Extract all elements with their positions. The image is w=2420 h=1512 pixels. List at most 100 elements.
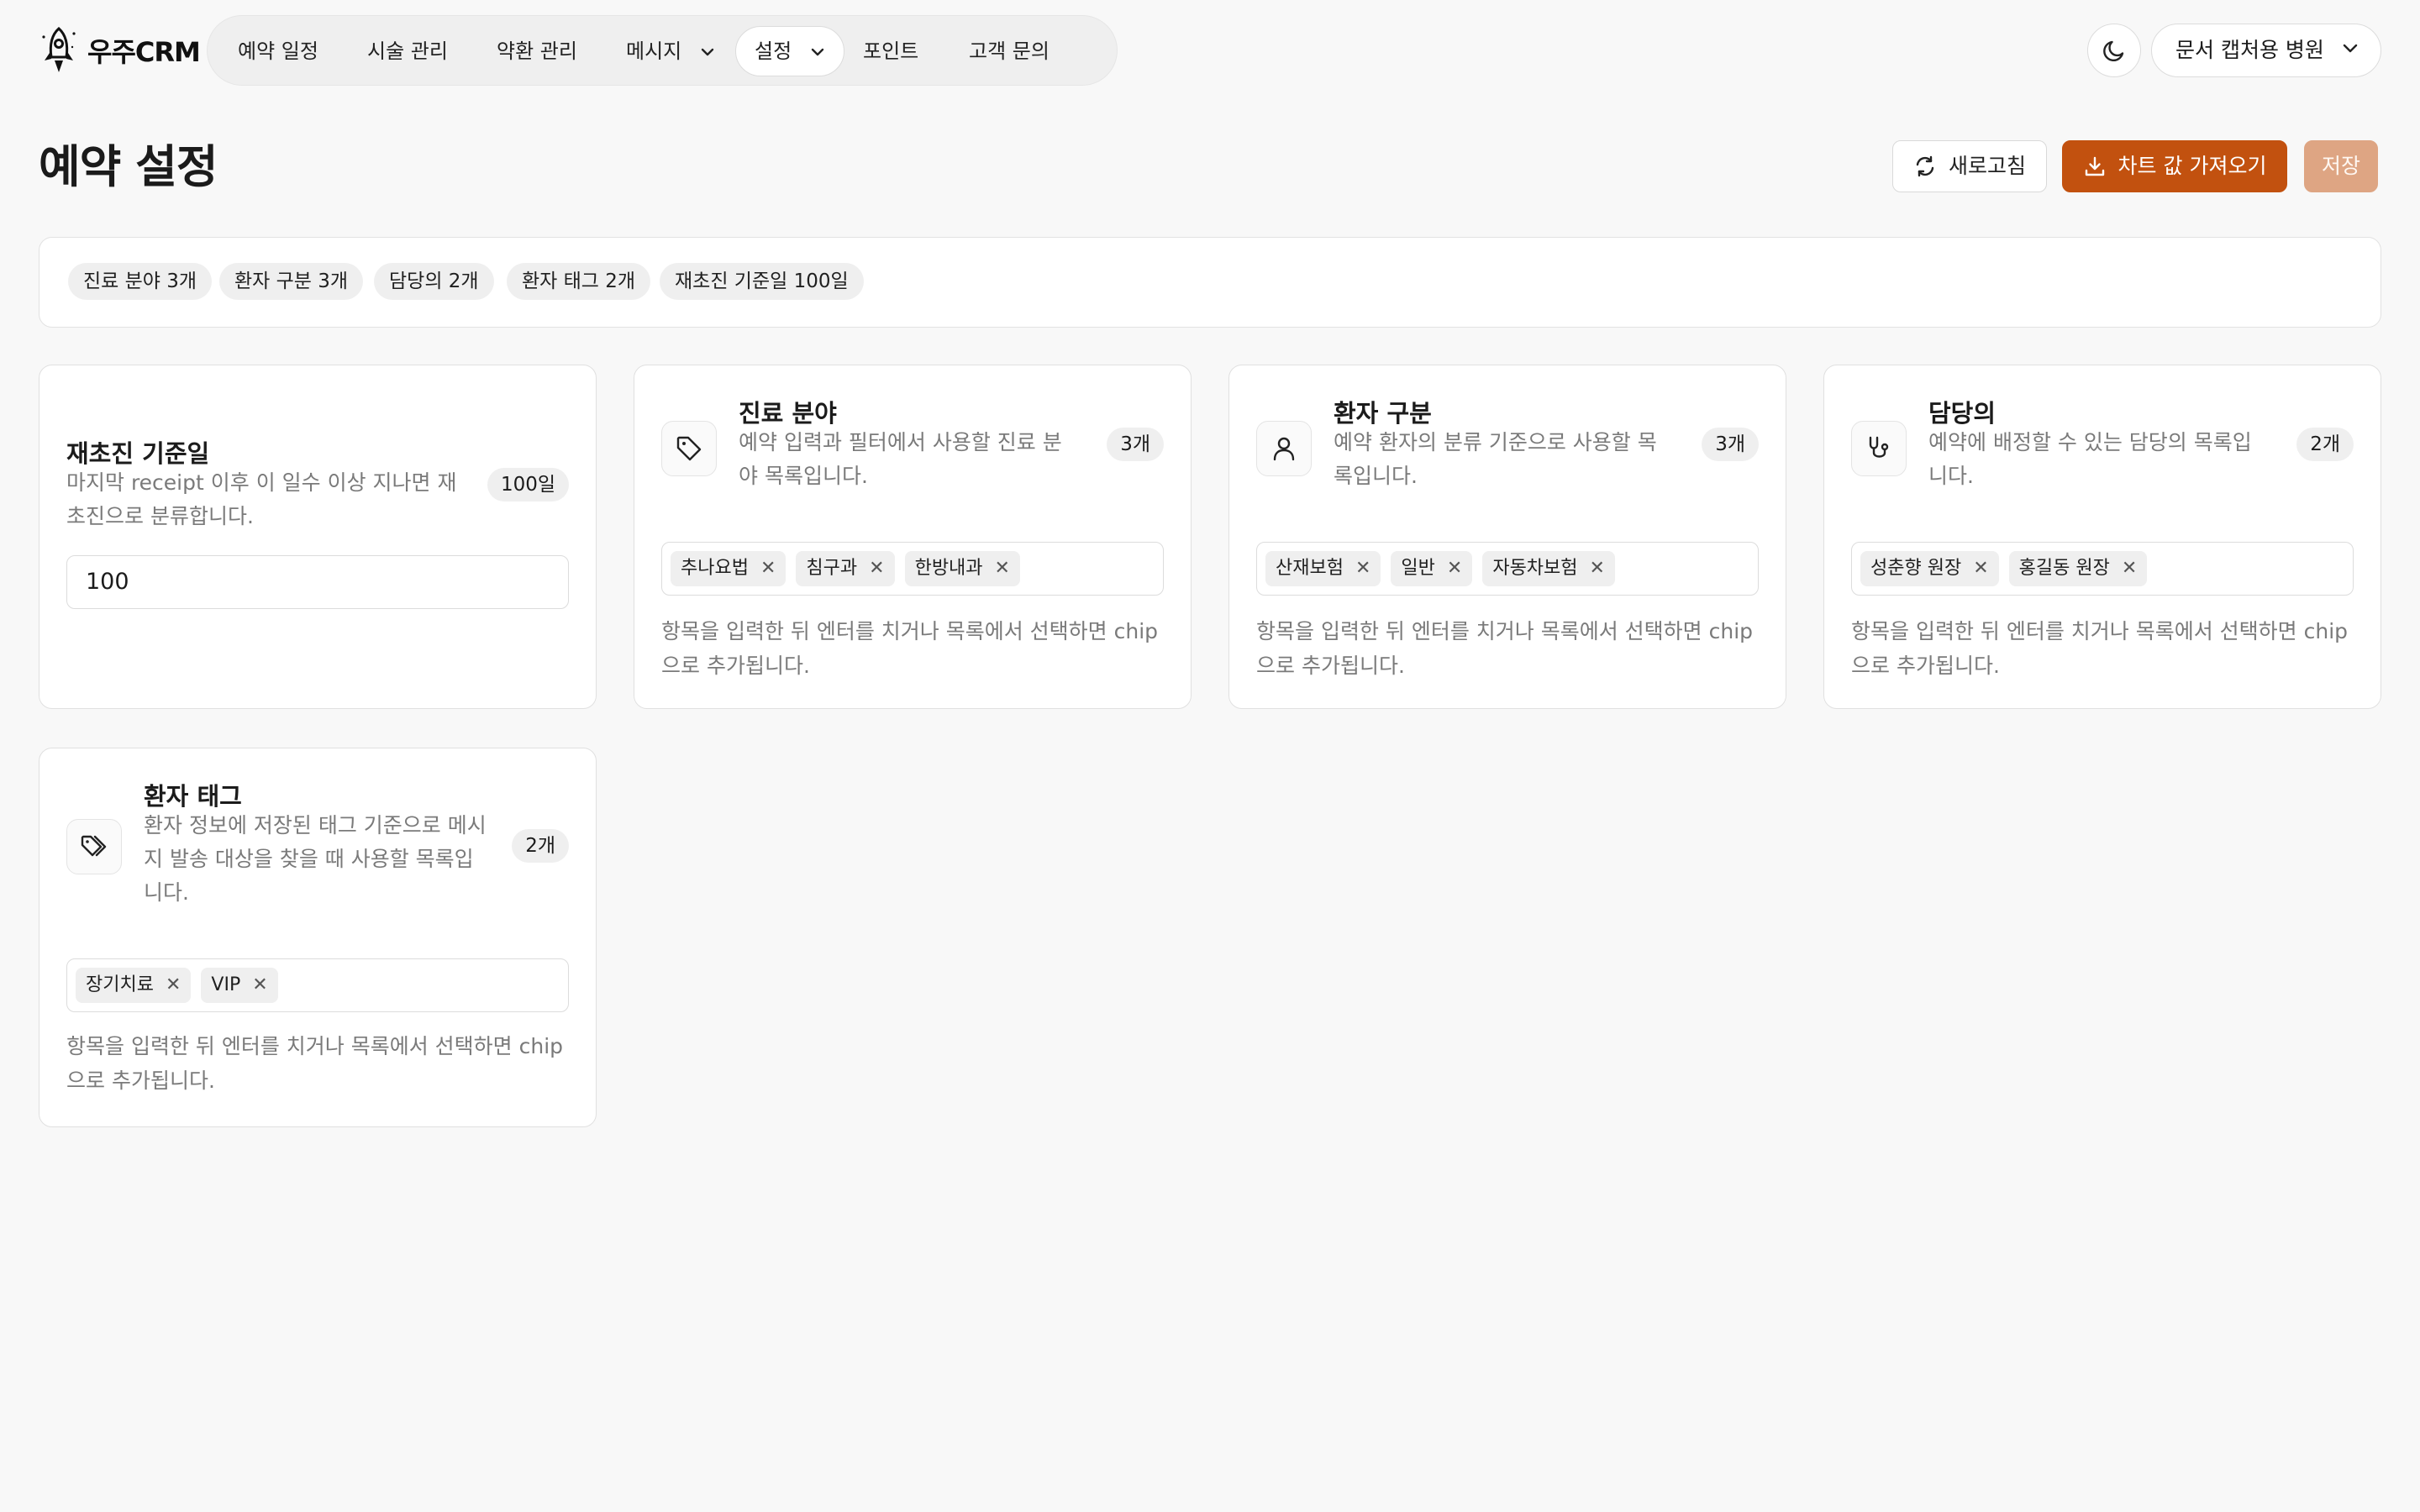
app-logo[interactable]: 우주CRM [39,24,201,77]
summary-tag: 담당의 2개 [374,263,494,300]
card-description: 마지막 receipt 이후 이 일수 이상 지나면 재초진으로 분류합니다. [66,470,457,528]
patient-tag-card: 환자 태그 환자 정보에 저장된 태그 기준으로 메시지 발송 대상을 찾을 때… [39,748,597,1127]
clinic-selector[interactable]: 문서 캡처용 병원 [2151,24,2381,77]
card-title: 재초진 기준일 [66,439,210,468]
rocket-icon [42,26,76,72]
nav-label: 시술 관리 [367,39,448,63]
count-badge: 100일 [487,468,569,501]
summary-tag: 진료 분야 3개 [68,263,213,300]
chip: 한방내과 ✕ [904,551,1020,586]
helper-text: 항목을 입력한 뒤 엔터를 치거나 목록에서 선택하면 chip으로 추가됩니다… [661,619,1159,678]
treatment-field-card: 진료 분야 예약 입력과 필터에서 사용할 진료 분야 목록입니다. 3개 추나… [634,365,1192,709]
card-icon-box [1256,421,1312,476]
main-menu: 예약 일정 시술 관리 약환 관리 메시지 설정 포인트 고객 문의 [207,15,1118,86]
summary-tag: 환자 구분 3개 [219,263,364,300]
theme-toggle-button[interactable] [2087,24,2141,77]
chevron-down-icon [2343,44,2358,53]
nav-item-messages[interactable]: 메시지 [624,26,717,76]
chip: 장기치료 ✕ [76,968,192,1003]
nav-item-inquiry[interactable]: 고객 문의 [967,26,1051,76]
import-label: 차트 값 가져오기 [2118,154,2267,178]
card-title: 환자 구분 [1334,399,1432,428]
settings-summary: 진료 분야 3개 환자 구분 3개 담당의 2개 환자 태그 2개 재초진 기준… [39,237,2381,328]
helper-text: 항목을 입력한 뒤 엔터를 치거나 목록에서 선택하면 chip으로 추가됩니다… [66,1034,564,1093]
helper-text: 항목을 입력한 뒤 엔터를 치거나 목록에서 선택하면 chip으로 추가됩니다… [1256,619,1754,678]
close-icon[interactable]: ✕ [1973,551,1988,586]
refresh-button[interactable]: 새로고침 [1892,140,2047,192]
close-icon[interactable]: ✕ [252,968,267,1003]
top-navigation: 우주CRM 예약 일정 시술 관리 약환 관리 메시지 설정 포인트 고객 문의… [39,15,2381,86]
close-icon[interactable]: ✕ [760,551,776,586]
chip: 추나요법 ✕ [671,551,786,586]
refresh-label: 새로고침 [1948,154,2026,178]
chevron-down-icon [811,48,824,56]
refresh-icon [1916,155,1934,177]
chevron-down-icon [701,48,714,56]
patient-type-card: 환자 구분 예약 환자의 분류 기준으로 사용할 목록입니다. 3개 산재보험 ✕… [1228,365,1786,709]
card-description: 환자 정보에 저장된 태그 기준으로 메시지 발송 대상을 찾을 때 사용할 목… [144,813,487,905]
clinic-name: 문서 캡처용 병원 [2175,38,2324,62]
nav-item-schedule[interactable]: 예약 일정 [236,26,320,76]
chip-label: 자동차보험 [1492,558,1578,579]
chip-input[interactable]: 산재보험 ✕ 일반 ✕ 자동차보험 ✕ [1256,542,1759,596]
helper-text: 항목을 입력한 뒤 엔터를 치거나 목록에서 선택하면 chip으로 추가됩니다… [1851,619,2349,678]
chip: 자동차보험 ✕ [1482,551,1615,586]
chip-label: 산재보험 [1276,558,1344,579]
moon-icon [2103,40,2124,61]
count-badge: 3개 [1702,428,1759,461]
close-icon[interactable]: ✕ [1590,551,1605,586]
count-badge: 2개 [512,829,569,863]
card-description: 예약 입력과 필터에서 사용할 진료 분야 목록입니다. [739,430,1062,488]
chip: 성춘향 원장 ✕ [1860,551,1999,586]
chip: 산재보험 ✕ [1265,551,1381,586]
close-icon[interactable]: ✕ [869,551,884,586]
chip: 홍길동 원장 ✕ [2008,551,2148,586]
save-button[interactable]: 저장 [2304,140,2378,192]
close-icon[interactable]: ✕ [995,551,1010,586]
card-title: 진료 분야 [739,399,837,428]
nav-label: 메시지 [626,39,682,63]
chip-label: 침구과 [806,558,858,579]
save-label: 저장 [2321,154,2360,178]
stethoscope-icon [1869,436,1889,458]
close-icon[interactable]: ✕ [1355,551,1370,586]
app-name: 우주CRM [87,36,201,68]
nav-item-procedure[interactable]: 시술 관리 [366,26,450,76]
page-title: 예약 설정 [39,140,218,193]
card-description: 예약에 배정할 수 있는 담당의 목록입니다. [1928,430,2252,488]
chip-label: 일반 [1401,558,1435,579]
nav-item-points[interactable]: 포인트 [861,26,920,76]
download-icon [2085,156,2104,176]
user-icon [1273,437,1295,461]
nav-item-settings[interactable]: 설정 [735,26,844,76]
chip-input[interactable]: 추나요법 ✕ 침구과 ✕ 한방내과 ✕ [661,542,1164,596]
chip-input[interactable]: 장기치료 ✕ VIP ✕ [66,958,569,1012]
card-title: 담당의 [1928,399,1996,428]
revisit-days-card: 재초진 기준일 마지막 receipt 이후 이 일수 이상 지나면 재초진으로… [39,365,597,709]
nav-label: 포인트 [863,39,919,63]
revisit-days-input[interactable]: 100 [66,555,569,609]
card-icon-box [1851,421,1907,476]
card-icon-box [66,819,122,874]
close-icon[interactable]: ✕ [1447,551,1462,586]
chip-label: 추나요법 [681,558,749,579]
nav-label: 고객 문의 [969,39,1050,63]
chip-input[interactable]: 성춘향 원장 ✕ 홍길동 원장 ✕ [1851,542,2354,596]
count-badge: 2개 [2296,428,2354,461]
nav-label: 예약 일정 [238,39,318,63]
close-icon[interactable]: ✕ [2122,551,2137,586]
import-chart-values-button[interactable]: 차트 값 가져오기 [2062,140,2287,192]
tags-icon [81,835,107,857]
summary-tag: 환자 태그 2개 [507,263,651,300]
card-description: 예약 환자의 분류 기준으로 사용할 목록입니다. [1334,430,1657,488]
chip: 침구과 ✕ [796,551,895,586]
nav-item-medicine[interactable]: 약환 관리 [495,26,579,76]
close-icon[interactable]: ✕ [166,968,181,1003]
nav-label: 약환 관리 [497,39,577,63]
summary-tag: 재초진 기준일 100일 [660,263,864,300]
chip-label: 홍길동 원장 [2018,558,2110,579]
chip-label: VIP [211,974,241,995]
nav-label: 설정 [755,39,792,63]
count-badge: 3개 [1107,428,1164,461]
chip-label: 장기치료 [86,974,154,995]
